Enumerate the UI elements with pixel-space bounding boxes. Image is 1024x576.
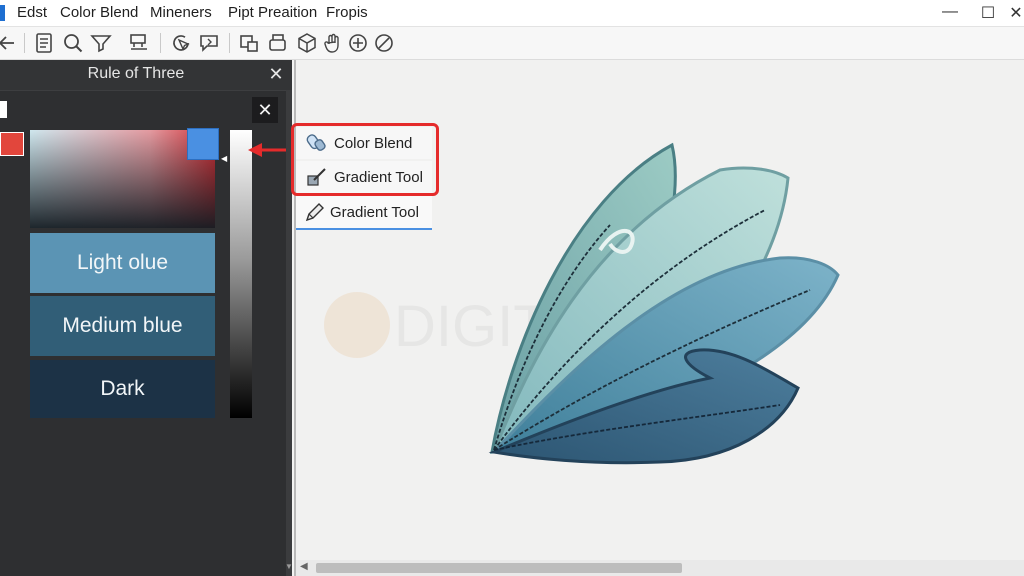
menu-edit[interactable]: Edst [17, 4, 47, 21]
slider-caret-icon[interactable]: ◀ [221, 154, 227, 163]
menu-color-blend[interactable]: Color Blend [60, 4, 138, 21]
close-window-button[interactable]: ✕ [1006, 3, 1024, 23]
app-icon [0, 5, 5, 21]
swatch-light-blue[interactable]: Light olue [30, 233, 215, 293]
cursor-refresh-icon[interactable] [170, 32, 192, 54]
cube-icon[interactable] [296, 32, 318, 54]
toolbar-divider [24, 33, 25, 53]
document-icon[interactable] [33, 32, 55, 54]
panel-close-button[interactable]: ✕ [266, 64, 286, 84]
comment-icon[interactable] [198, 32, 220, 54]
pencil-icon [304, 201, 326, 223]
panel-title: Rule of Three [87, 65, 185, 82]
hand-icon[interactable] [322, 32, 344, 54]
menu-bar: Edst Color Blend Mineners Pipt Preaition… [0, 0, 1024, 27]
menu-preaition[interactable]: Pipt Preaition [228, 4, 317, 21]
add-circle-icon[interactable] [347, 32, 369, 54]
no-entry-icon[interactable] [373, 32, 395, 54]
menu-fropis[interactable]: Fropis [326, 4, 368, 21]
toolbar [0, 27, 1024, 60]
brightness-slider[interactable] [230, 130, 252, 418]
layers-icon[interactable] [238, 32, 260, 54]
embroidery-leaf-illustration [488, 142, 840, 465]
panel-header: Rule of Three ✕ [0, 60, 292, 91]
toolbar-divider [160, 33, 161, 53]
back-arrow-icon[interactable] [0, 32, 18, 54]
tool-highlight-box [291, 123, 439, 196]
swatch-medium-blue[interactable]: Medium blue [30, 296, 215, 356]
toolbar-divider [229, 33, 230, 53]
swatch-dark[interactable]: Dark [30, 360, 215, 418]
tool-label: Gradient Tool [330, 204, 419, 221]
tool-gradient-pencil[interactable]: Gradient Tool [296, 196, 432, 230]
minimize-button[interactable]: — [940, 3, 960, 23]
scroll-left-icon[interactable]: ◀ [300, 561, 308, 572]
search-icon[interactable] [62, 32, 84, 54]
copy-icon[interactable] [267, 32, 289, 54]
foreground-color-chip[interactable] [0, 132, 24, 156]
selected-color-swatch[interactable] [187, 128, 219, 160]
background-color-chip[interactable] [0, 101, 7, 118]
maximize-button[interactable]: ☐ [978, 3, 998, 23]
funnel-icon[interactable] [90, 32, 112, 54]
picker-close-button[interactable]: ✕ [252, 97, 278, 123]
scrollbar-thumb[interactable] [316, 563, 682, 573]
rule-of-three-panel: Rule of Three ✕ ✕ ◀ Light olue Medium bl… [0, 60, 292, 576]
menu-mineners[interactable]: Mineners [150, 4, 212, 21]
scroll-down-icon[interactable]: ▼ [285, 562, 293, 571]
stamp-icon[interactable] [128, 32, 150, 54]
